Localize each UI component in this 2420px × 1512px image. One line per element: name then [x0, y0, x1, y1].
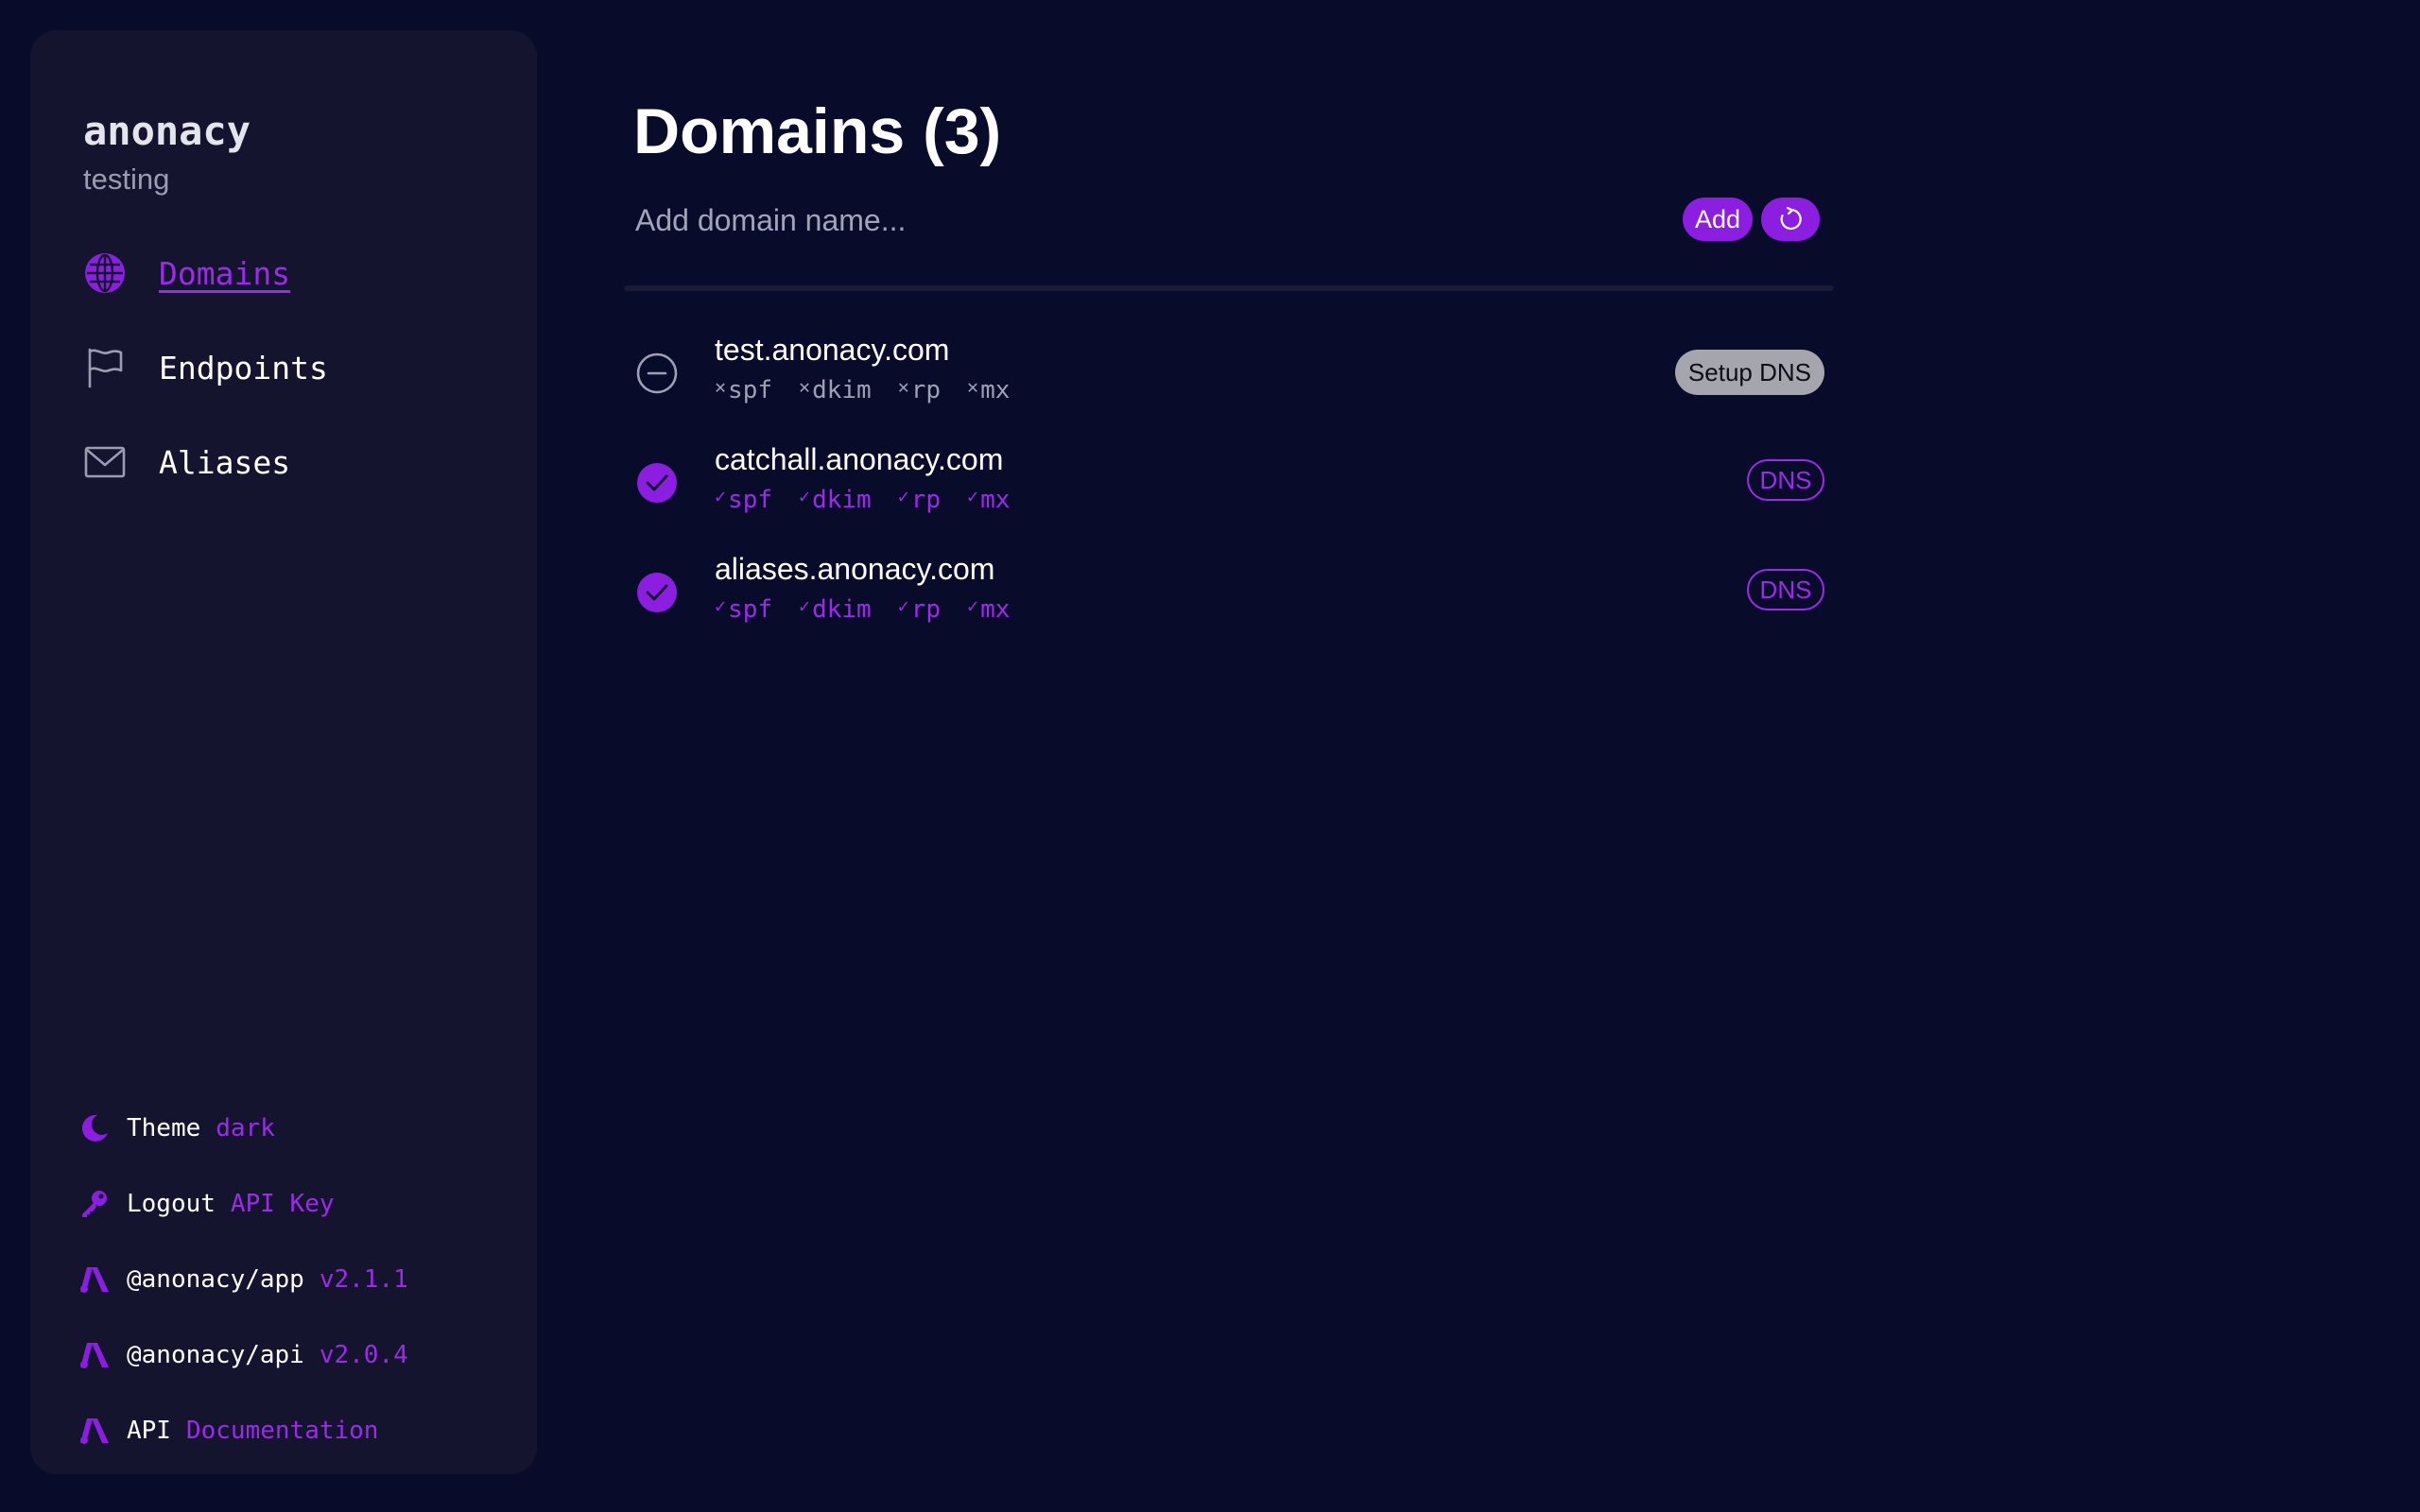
dns-records: ✓ spf ✓ dkim ✓ rp ✓ mx — [715, 595, 1036, 624]
divider — [624, 285, 1834, 291]
flag-icon — [83, 346, 127, 389]
footer-value: v2.0.4 — [319, 1341, 408, 1369]
sidebar: anonacy testing Domains Endpoints Aliase… — [30, 30, 537, 1474]
nav-label: Endpoints — [159, 349, 328, 387]
domain-name: aliases.anonacy.com — [715, 552, 995, 586]
api-docs-link[interactable]: API Documentation — [78, 1414, 378, 1448]
anonacy-logo-icon — [78, 1414, 112, 1448]
footer-key: Theme — [127, 1114, 201, 1143]
record-spf: ✕ spf — [715, 375, 773, 404]
anonacy-logo-icon — [78, 1263, 112, 1297]
footer-value: v2.1.1 — [319, 1265, 408, 1294]
footer-value: Documentation — [185, 1417, 379, 1445]
verified-check-icon — [635, 571, 679, 614]
record-mx: ✓ mx — [967, 485, 1011, 514]
nav-item-aliases[interactable]: Aliases — [83, 440, 290, 484]
record-rp: ✓ rp — [897, 485, 942, 514]
record-rp: ✓ rp — [897, 594, 942, 624]
refresh-button[interactable] — [1761, 198, 1820, 241]
footer-key: API — [127, 1417, 171, 1445]
domain-name: catchall.anonacy.com — [715, 442, 1004, 476]
key-icon — [78, 1187, 112, 1221]
record-rp: ✕ rp — [897, 375, 942, 404]
page-title: Domains (3) — [633, 95, 1002, 167]
dns-button[interactable]: DNS — [1747, 569, 1824, 610]
record-dkim: ✕ dkim — [799, 375, 872, 404]
app-version-link[interactable]: @anonacy/app v2.1.1 — [78, 1263, 408, 1297]
footer-value: API Key — [230, 1190, 335, 1218]
moon-icon — [78, 1111, 112, 1145]
setup-dns-button[interactable]: Setup DNS — [1674, 350, 1824, 395]
add-domain-input[interactable] — [635, 197, 1581, 244]
nav-label: Aliases — [159, 443, 291, 481]
footer-value: dark — [216, 1114, 275, 1143]
record-spf: ✓ spf — [715, 485, 773, 514]
app-name: anonacy — [83, 108, 251, 154]
nav-item-domains[interactable]: Domains — [83, 251, 290, 295]
record-mx: ✓ mx — [967, 594, 1011, 624]
footer-key: @anonacy/app — [127, 1265, 304, 1294]
record-dkim: ✓ dkim — [799, 485, 872, 514]
api-version-link[interactable]: @anonacy/api v2.0.4 — [78, 1338, 408, 1372]
add-button[interactable]: Add — [1683, 198, 1753, 241]
unverified-status-icon — [635, 352, 679, 395]
footer-key: Logout — [127, 1190, 216, 1218]
dns-records: ✓ spf ✓ dkim ✓ rp ✓ mx — [715, 486, 1036, 514]
theme-toggle[interactable]: Theme dark — [78, 1111, 275, 1145]
record-spf: ✓ spf — [715, 594, 773, 624]
record-dkim: ✓ dkim — [799, 594, 872, 624]
dns-records: ✕ spf ✕ dkim ✕ rp ✕ mx — [715, 376, 1036, 404]
verified-check-icon — [635, 461, 679, 505]
domain-name: test.anonacy.com — [715, 333, 950, 367]
record-mx: ✕ mx — [967, 375, 1011, 404]
nav-item-endpoints[interactable]: Endpoints — [83, 346, 328, 389]
domain-row: catchall.anonacy.com ✓ spf ✓ dkim ✓ rp ✓ mx … — [624, 438, 1824, 533]
envelope-icon — [83, 440, 127, 484]
globe-icon — [83, 251, 127, 295]
anonacy-logo-icon — [78, 1338, 112, 1372]
footer-key: @anonacy/api — [127, 1341, 304, 1369]
nav-label: Domains — [159, 254, 291, 292]
domain-row: test.anonacy.com ✕ spf ✕ dkim ✕ rp ✕ mx Setu… — [624, 329, 1824, 423]
dns-button[interactable]: DNS — [1747, 459, 1824, 501]
logout-link[interactable]: Logout API Key — [78, 1187, 335, 1221]
app-subtitle: testing — [83, 163, 170, 196]
domain-row: aliases.anonacy.com ✓ spf ✓ dkim ✓ rp ✓ mx D… — [624, 548, 1824, 643]
refresh-icon — [1776, 205, 1805, 233]
